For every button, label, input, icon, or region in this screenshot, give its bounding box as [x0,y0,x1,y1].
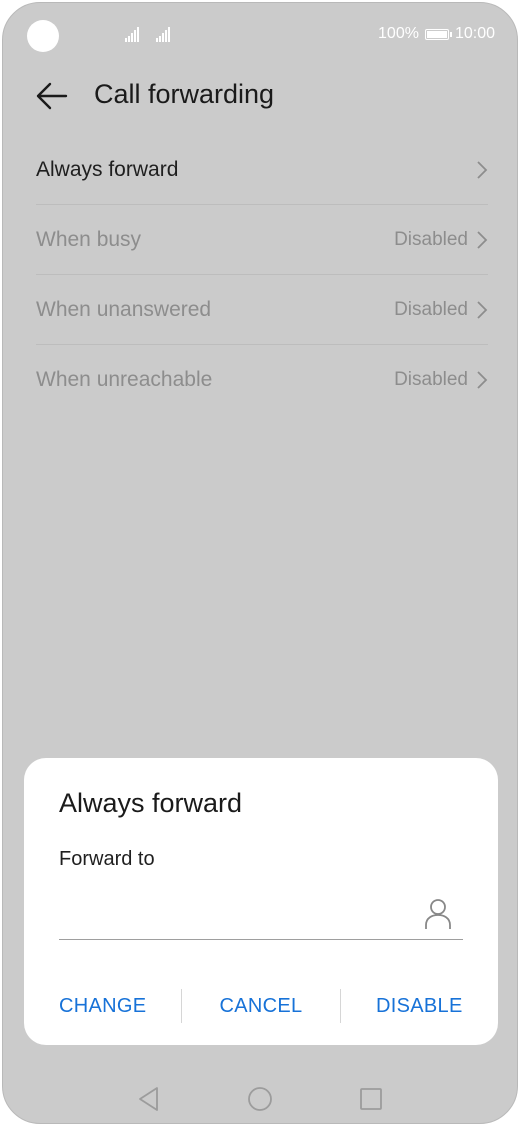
forwarding-options-list: Always forward When busy Disabled When u… [36,135,488,415]
setting-value: Disabled [394,369,468,390]
setting-label: When unanswered [36,297,212,321]
cancel-button[interactable]: CANCEL [182,995,339,1018]
forward-number-input[interactable] [59,891,463,940]
chevron-right-icon [477,371,488,389]
status-time: 10:00 [454,25,495,42]
setting-label: Always forward [36,157,179,181]
dialog-button-bar: CHANGE CANCEL DISABLE [24,986,498,1026]
setting-label: When unreachable [36,368,213,391]
signal-icon [125,27,139,42]
status-right: 100% 10:00 [378,25,495,43]
setting-value-area [468,160,488,180]
contact-picker-icon[interactable] [423,897,453,931]
front-camera [27,20,59,52]
battery-fill [426,30,447,38]
disable-button[interactable]: DISABLE [341,995,498,1018]
setting-label: When busy [36,227,142,251]
dialog-subtitle: Forward to [59,848,155,870]
change-button[interactable]: CHANGE [24,995,181,1018]
page-title: Call forwarding [94,79,275,109]
always-forward-dialog: Always forward Forward to CHANGE CANCEL … [24,758,498,1045]
chevron-right-icon [477,160,488,179]
battery-percent: 100% [378,25,419,42]
setting-row-when-unanswered[interactable]: When unanswered Disabled [36,275,488,345]
setting-value-area: Disabled [394,299,488,321]
setting-value: Disabled [394,228,468,250]
setting-value-area: Disabled [394,229,488,251]
battery-icon [424,28,452,40]
setting-row-always-forward[interactable]: Always forward [36,135,488,205]
back-triangle-icon[interactable] [135,1085,163,1113]
setting-value: Disabled [394,298,468,320]
signal-icon-2 [156,27,170,42]
setting-value-area: Disabled [394,369,488,391]
setting-row-when-unreachable[interactable]: When unreachable Disabled [36,345,488,415]
phone-screen: 100% 10:00 Call forwarding Always forwar… [2,2,518,1124]
chevron-right-icon [477,230,488,249]
dialog-title: Always forward [59,788,243,818]
recents-square-icon[interactable] [357,1085,385,1113]
home-circle-icon[interactable] [246,1085,274,1113]
back-arrow-icon[interactable] [35,81,69,111]
chevron-right-icon [477,300,488,319]
setting-row-when-busy[interactable]: When busy Disabled [36,205,488,275]
